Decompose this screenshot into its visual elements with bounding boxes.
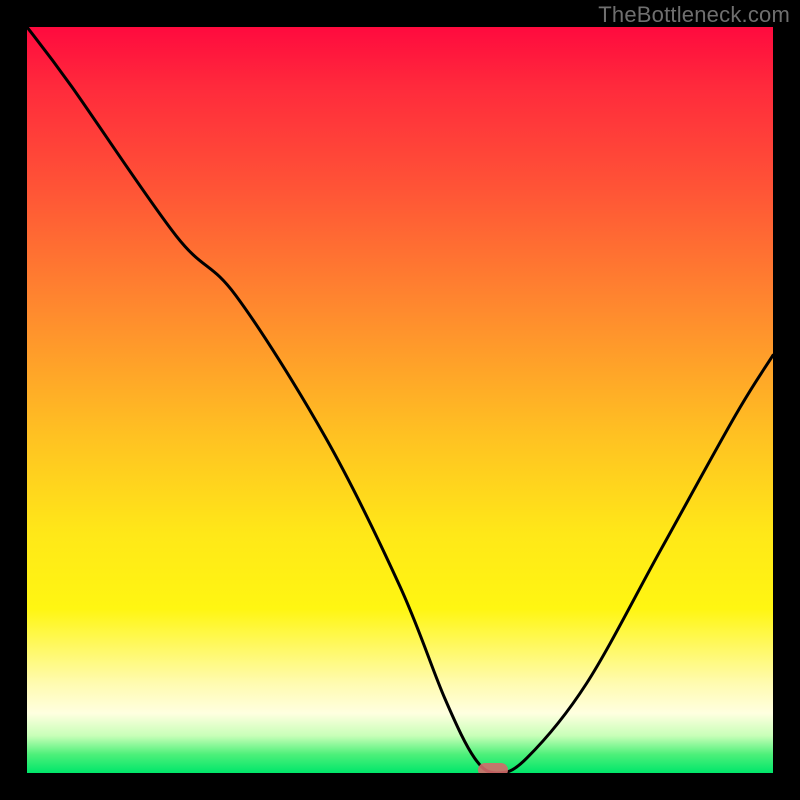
chart-frame: TheBottleneck.com <box>0 0 800 800</box>
bottleneck-curve-path <box>27 27 773 773</box>
chart-plot-area <box>27 27 773 773</box>
watermark-text: TheBottleneck.com <box>598 2 790 28</box>
minimum-marker-badge <box>478 763 508 773</box>
bottleneck-curve-svg <box>27 27 773 773</box>
